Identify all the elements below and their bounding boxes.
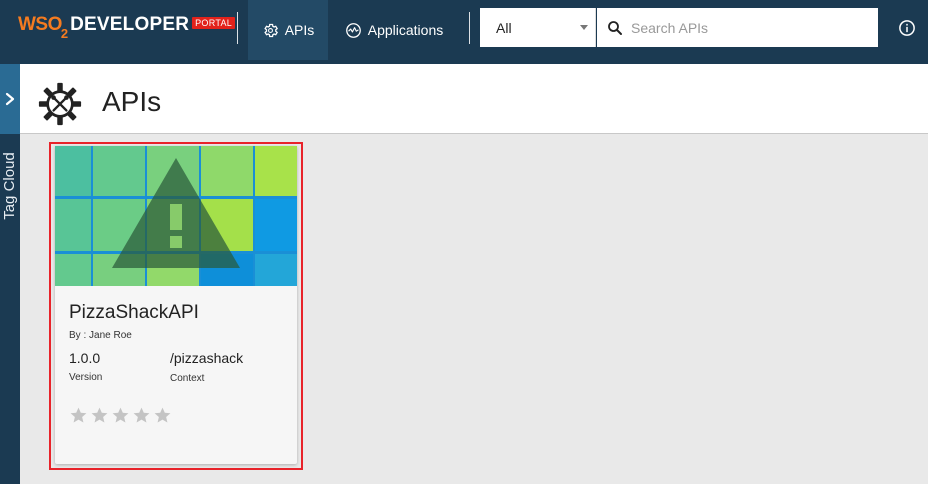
search-icon[interactable] — [605, 18, 625, 38]
tag-cloud-label[interactable]: Tag Cloud — [0, 148, 20, 224]
top-header: WSO 2 DEVELOPER PORTAL APIs Applications… — [0, 0, 928, 64]
api-version: 1.0.0 — [69, 350, 101, 366]
search-scope-value: All — [496, 19, 512, 36]
logo-wso: WSO — [18, 14, 62, 35]
nav-applications-label: Applications — [367, 22, 444, 38]
chevron-right-icon — [5, 92, 15, 106]
star-icon[interactable] — [90, 406, 109, 425]
star-icon[interactable] — [153, 406, 172, 425]
logo-portal-badge: PORTAL — [192, 17, 236, 29]
nav-apis-label: APIs — [284, 22, 315, 38]
api-version-label: Version — [69, 372, 103, 383]
search-box — [597, 8, 878, 47]
search-input[interactable] — [631, 19, 871, 36]
search-scope-select[interactable]: All — [480, 8, 596, 47]
info-icon[interactable] — [898, 19, 916, 37]
api-gear-icon — [38, 82, 82, 126]
star-icon[interactable] — [69, 406, 88, 425]
logo-two: 2 — [60, 26, 69, 41]
nav-apis[interactable]: APIs — [248, 0, 328, 60]
header-divider — [469, 12, 470, 44]
api-context-label: Context — [170, 373, 205, 384]
logo-developer: DEVELOPER — [70, 14, 190, 35]
applications-icon — [345, 22, 361, 38]
page-title: APIs — [102, 86, 162, 117]
nav-applications[interactable]: Applications — [336, 0, 452, 60]
star-icon[interactable] — [111, 406, 130, 425]
api-author: By : Jane Roe — [69, 330, 132, 341]
api-context: /pizzashack — [170, 350, 244, 366]
chevron-down-icon — [580, 25, 588, 30]
page-title-bar: APIs — [20, 64, 928, 134]
wso2-developer-portal-logo[interactable]: WSO 2 DEVELOPER PORTAL — [18, 14, 236, 44]
gear-icon — [263, 23, 278, 37]
api-card[interactable]: PizzaShackAPI By : Jane Roe 1.0.0 Versio… — [55, 146, 297, 464]
api-thumbnail[interactable] — [55, 146, 297, 286]
star-icon[interactable] — [132, 406, 151, 425]
header-divider — [237, 12, 238, 44]
api-rating[interactable] — [69, 406, 172, 425]
api-name[interactable]: PizzaShackAPI — [69, 302, 199, 324]
tag-cloud-toggle[interactable] — [0, 64, 20, 134]
